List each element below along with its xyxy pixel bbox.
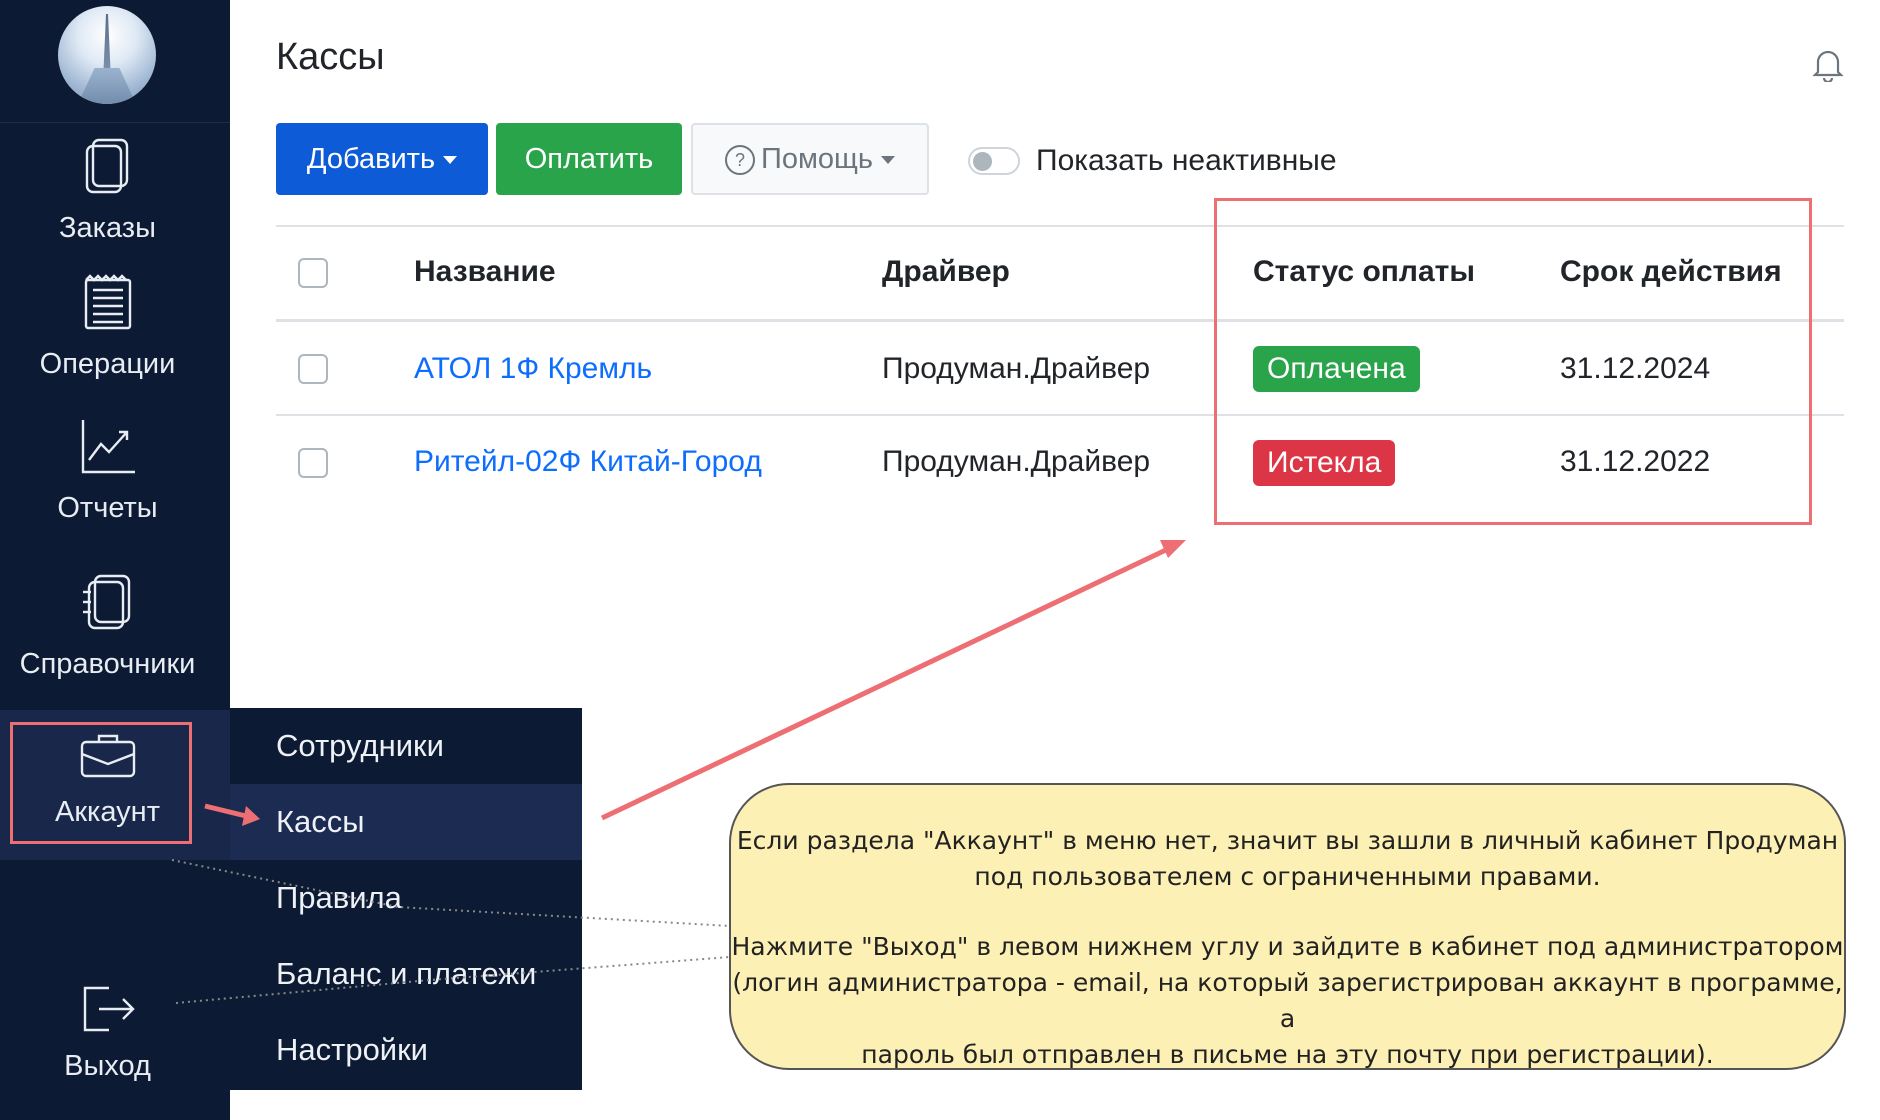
account-arrow-line: [204, 803, 247, 819]
note-line: пароль был отправлен в письме на эту поч…: [861, 1040, 1714, 1069]
account-arrow-head: [242, 806, 260, 826]
dotted-connector: [171, 859, 731, 927]
note-line: под пользователем с ограниченными правам…: [974, 862, 1601, 891]
status-arrow-line: [600, 545, 1172, 821]
note-line: (логин администратора - email, на которы…: [732, 968, 1843, 1033]
note-line: Если раздела "Аккаунт" в меню нет, значи…: [736, 826, 1839, 855]
info-note: Если раздела "Аккаунт" в меню нет, значи…: [729, 783, 1846, 1070]
dotted-connector: [175, 956, 731, 1004]
note-gap: [731, 895, 1844, 929]
note-line: Нажмите "Выход" в левом нижнем углу и за…: [731, 932, 1844, 961]
